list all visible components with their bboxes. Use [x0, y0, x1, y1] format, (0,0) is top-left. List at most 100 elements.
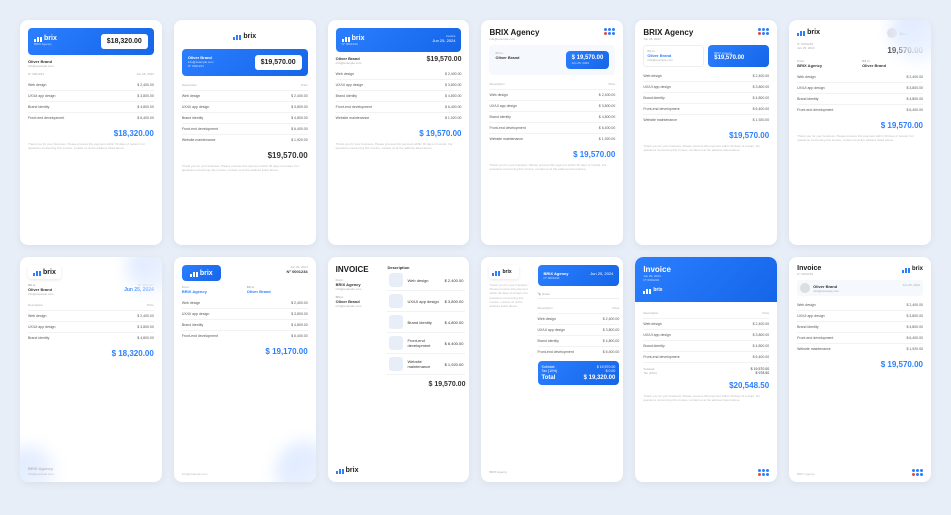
line-item: Front-end development$ 6,400.00 [387, 333, 465, 354]
invoice-template-6[interactable]: brix Daniel Scott N° 0001234 Jun 25, 202… [789, 20, 931, 245]
line-item: UX/UI app design$ 3,800.00 [182, 309, 308, 320]
line-item: Brand identity$ 4,800.00 [28, 333, 154, 343]
total-amount: $18,320.00 [114, 129, 154, 138]
brix-logo: brix [28, 265, 61, 279]
header-total: $19,570.00 [714, 55, 763, 61]
line-item: Front-end development$ 6,400.00 [643, 352, 769, 363]
thumb-icon [389, 357, 403, 371]
line-item: Web design$ 2,400.00 [28, 311, 154, 322]
line-item: UX/UI app design$ 3,800.00 [336, 80, 462, 91]
invoice-template-11[interactable]: Invoice Jun 25, 2024 N° 0001234 brix Des… [635, 257, 777, 482]
line-item: Web design$ 2,400.00 [182, 298, 308, 309]
total-amount: $ 19,570.00 [419, 129, 461, 138]
total-amount: $20,548.50 [729, 381, 769, 390]
line-item: UX/UI app design$ 3,800.00 [28, 322, 154, 333]
sidebar-col: brix Thank you for your business. Please… [489, 265, 533, 474]
items-col: Description Web design$ 2,400.00 UX/UI a… [387, 265, 465, 474]
total-amount: $ 19,170.00 [265, 347, 307, 356]
sidebar-col: INVOICE From: BRIX Agency info@example.c… [336, 265, 384, 474]
line-item: Front-end development$ 6,400.00 [182, 331, 308, 341]
header-total: $19,570.00 [426, 56, 461, 65]
bars-icon [34, 34, 42, 42]
brix-logo: brix [797, 28, 820, 36]
line-item: Web design$ 2,400.00 [797, 72, 923, 83]
card-header: Invoice Jun 25, 2024 N° 0001234 brix [635, 257, 777, 302]
line-item: Brand identity$ 4,800.00 [387, 312, 465, 333]
line-item: Web design$ 2,400.00 [538, 314, 620, 325]
bill-block: Oliver Brand info@example.com [28, 59, 154, 68]
brix-logo: brix [643, 286, 769, 294]
invoice-templates-grid: brix BRIX Agency $18,320.00 Oliver Brand… [20, 20, 931, 482]
line-item: Website maintenance$ 1,920.00 [797, 344, 923, 354]
line-item: Web design$ 2,400.00 [28, 80, 154, 91]
brix-logo: brix [492, 268, 516, 276]
thumb-icon [389, 336, 403, 350]
invoice-template-10[interactable]: brix Thank you for your business. Please… [481, 257, 623, 482]
card-header: brix [182, 28, 308, 45]
invoice-template-12[interactable]: Invoice N° 0001234 brix Oliver Brand inf… [789, 257, 931, 482]
line-item: UX/UI app design$ 3,800.00 [28, 91, 154, 102]
card-header: Invoice N° 0001234 brix [797, 265, 923, 276]
line-item: Web design$ 2,400.00 [387, 270, 465, 291]
invoice-header-blue: BRIX Agency N° 0001234 Jun 25, 2024 [538, 265, 620, 286]
line-item: Web design$ 2,400.00 [797, 300, 923, 311]
invoice-template-2[interactable]: brix Oliver Brand info@example.com N° 00… [174, 20, 316, 245]
total-amount: $19,570.00 [268, 151, 308, 160]
brix-logo: brix [902, 265, 923, 273]
line-item: Brand identity$ 4,800.00 [489, 112, 615, 123]
dots-icon [758, 469, 769, 476]
line-item: UX/UI app design$ 3,800.00 [489, 101, 615, 112]
bill-banner: Oliver Brand info@example.com N° 0001234… [182, 49, 308, 76]
thumb-icon [389, 273, 403, 287]
total-amount: $19,570.00 [729, 131, 769, 140]
header-total: $18,320.00 [101, 34, 148, 49]
invoice-template-3[interactable]: brix N° 0001234 Invoice Jun 25, 2024 Oli… [328, 20, 470, 245]
line-item: Brand identity$ 4,800.00 [182, 113, 308, 124]
dots-icon [758, 28, 769, 35]
invoice-template-9[interactable]: INVOICE From: BRIX Agency info@example.c… [328, 257, 470, 482]
dots-icon [604, 28, 615, 35]
line-item: Front-end development$ 6,400.00 [182, 124, 308, 135]
invoice-template-5[interactable]: BRIX Agency Jun 25, 2024 Bill to: Oliver… [635, 20, 777, 245]
line-item: UX/UI app design$ 3,800.00 [182, 102, 308, 113]
line-item: UX/UI app design$ 3,800.00 [643, 82, 769, 93]
card-header: brix Jun 25, 2024 N° 0001234 [182, 265, 308, 281]
brix-logo: brix [336, 466, 359, 474]
avatar-icon [800, 283, 810, 293]
total-amount: $ 19,570.00 [881, 360, 923, 369]
line-item: Website maintenance$ 1,920.00 [336, 113, 462, 123]
bars-icon [342, 34, 350, 42]
bill-banner: Bill to: Oliver Brand $ 19,570.00 Jun 25… [489, 45, 615, 75]
invoice-template-8[interactable]: brix Jun 25, 2024 N° 0001234 From: BRIX … [174, 257, 316, 482]
bars-icon [902, 265, 910, 273]
line-item: Brand identity$ 4,800.00 [797, 94, 923, 105]
line-item: Brand identity$ 4,800.00 [28, 102, 154, 113]
line-item: Front-end development$ 6,400.00 [336, 102, 462, 113]
bars-icon [797, 28, 805, 36]
line-item: Brand identity$ 4,800.00 [643, 341, 769, 352]
brix-logo: brix [233, 32, 256, 40]
total-amount: $ 19,320.00 [584, 375, 616, 381]
brix-logo: brix [34, 34, 57, 42]
bars-icon [492, 268, 500, 276]
invoice-template-4[interactable]: BRIX Agency info@example.com Bill to: Ol… [481, 20, 623, 245]
bars-icon [33, 268, 41, 276]
line-item: Web design$ 2,400.00 [182, 91, 308, 102]
line-item: Front-end development$ 6,400.00 [643, 104, 769, 115]
brix-logo: brix [342, 34, 365, 42]
line-item: Brand identity$ 4,800.00 [182, 320, 308, 331]
bars-icon [190, 269, 198, 277]
total-amount: $ 19,570.00 [573, 150, 615, 159]
line-item: Website maintenance$ 1,920.00 [387, 354, 465, 375]
thumb-icon [389, 315, 403, 329]
line-item: Brand identity$ 4,800.00 [797, 322, 923, 333]
card-header: brix N° 0001234 Invoice Jun 25, 2024 [336, 28, 462, 52]
line-item: UX/UI app design$ 3,800.00 [387, 291, 465, 312]
line-item: Brand identity$ 4,800.00 [643, 93, 769, 104]
line-item: Web design$ 2,400.00 [336, 69, 462, 80]
line-item: UX/UI app design$ 3,800.00 [797, 311, 923, 322]
invoice-template-7[interactable]: brix Bill to: Oliver Brand info@example.… [20, 257, 162, 482]
thumb-icon [389, 294, 403, 308]
line-item: Web design$ 2,400.00 [643, 71, 769, 82]
invoice-template-1[interactable]: brix BRIX Agency $18,320.00 Oliver Brand… [20, 20, 162, 245]
